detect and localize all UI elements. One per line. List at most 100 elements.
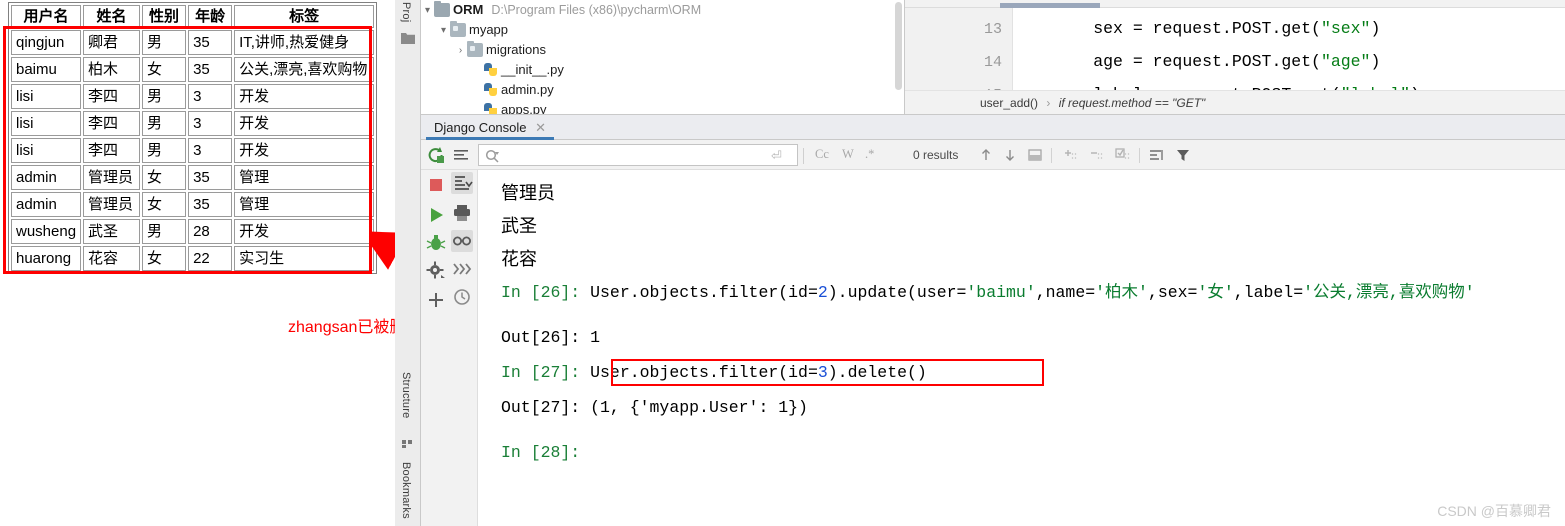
breadcrumb-method[interactable]: user_add() bbox=[980, 96, 1038, 110]
debug-icon[interactable] bbox=[425, 232, 447, 254]
screenshot-root: 用户名 姓名 性别 年龄 标签 qingjun 卿君男 35 IT,讲师,热爱健身 ba… bbox=[0, 0, 1565, 526]
match-case-toggle[interactable]: Cc bbox=[815, 147, 829, 162]
cell-username: lisi bbox=[11, 111, 82, 136]
column-header-name: 姓名 bbox=[83, 5, 141, 28]
cell-name: 李四 bbox=[83, 111, 141, 136]
code-token: ).update(user= bbox=[827, 283, 967, 302]
code-token: ,name= bbox=[1035, 283, 1096, 302]
cell-sex: 男 bbox=[142, 30, 187, 55]
cell-name: 花容 bbox=[83, 246, 141, 271]
input-prompt: In [28]: bbox=[501, 443, 581, 462]
tool-button-bookmarks[interactable]: Bookmarks bbox=[400, 462, 412, 519]
match-words-toggle[interactable]: W bbox=[842, 147, 854, 162]
cell-sex: 女 bbox=[142, 57, 187, 82]
cell-age: 35 bbox=[188, 192, 233, 217]
cell-name: 李四 bbox=[83, 84, 141, 109]
cell-label: 开发 bbox=[234, 219, 375, 244]
cell-username: lisi bbox=[11, 138, 82, 163]
tree-item-label: ORM bbox=[453, 2, 484, 17]
chevron-down-icon[interactable]: ▾ bbox=[437, 21, 450, 41]
breadcrumb[interactable]: user_add() › if request.method == "GET" bbox=[905, 90, 1565, 114]
string-token: 'baimu' bbox=[966, 283, 1036, 302]
django-console-window: Django Console ✕ ⏎ Cc W .* 0 results 管理员… bbox=[421, 114, 1565, 526]
tree-item-path: D:\Program Files (x86)\pycharm\ORM bbox=[491, 3, 702, 17]
console-input-line[interactable]: In [26]: User.objects.filter(id=2).updat… bbox=[501, 278, 1475, 302]
run-icon[interactable] bbox=[425, 204, 447, 226]
cell-label: 开发 bbox=[234, 111, 375, 136]
console-tab-bar: Django Console ✕ bbox=[421, 115, 1565, 140]
soft-wrap-icon[interactable] bbox=[452, 146, 470, 164]
close-icon[interactable]: ✕ bbox=[535, 120, 546, 135]
rerun-icon[interactable] bbox=[427, 146, 445, 164]
project-tree-scrollbar[interactable] bbox=[895, 2, 902, 90]
table-row: baimu 柏木女 35 公关,漂亮,喜欢购物 bbox=[11, 57, 375, 82]
editor-gutter: 13 14 15 bbox=[905, 8, 1013, 104]
add-icon[interactable] bbox=[425, 289, 447, 311]
scroll-to-end-icon[interactable] bbox=[451, 172, 473, 194]
python-file-icon bbox=[484, 103, 498, 114]
remove-line-icon[interactable] bbox=[1087, 146, 1105, 164]
cell-label: 实习生 bbox=[234, 246, 375, 271]
tree-item-orm[interactable]: ▾ ORM D:\Program Files (x86)\pycharm\ORM bbox=[421, 0, 904, 20]
settings-icon[interactable] bbox=[425, 260, 447, 282]
tree-item-myapp[interactable]: ▾ myapp bbox=[421, 20, 904, 40]
wrap-around-icon[interactable]: ⏎ bbox=[771, 148, 782, 164]
filter-icon[interactable] bbox=[1174, 146, 1192, 164]
cell-label: IT,讲师,热爱健身 bbox=[234, 30, 375, 55]
project-tree[interactable]: ▾ ORM D:\Program Files (x86)\pycharm\ORM ▾ m… bbox=[421, 0, 904, 114]
table-body: qingjun 卿君男 35 IT,讲师,热爱健身 baimu 柏木女 35 公关,漂亮,喜欢… bbox=[11, 30, 375, 271]
cell-sex: 女 bbox=[142, 165, 187, 190]
chevron-down-icon[interactable]: ▾ bbox=[421, 1, 434, 21]
folder-module-icon bbox=[450, 21, 466, 37]
project-tree-panel[interactable]: ▾ ORM D:\Program Files (x86)\pycharm\ORM ▾ m… bbox=[421, 0, 905, 114]
use-soft-wraps-icon[interactable] bbox=[1147, 146, 1165, 164]
tree-item-initpy[interactable]: __init__.py bbox=[421, 60, 904, 80]
show-prompt-icon[interactable] bbox=[451, 258, 473, 280]
column-header-age: 年龄 bbox=[188, 5, 233, 28]
chevron-right-icon[interactable]: › bbox=[454, 41, 467, 61]
cell-username: lisi bbox=[11, 84, 82, 109]
breadcrumb-condition[interactable]: if request.method == "GET" bbox=[1059, 96, 1206, 110]
search-icon bbox=[485, 149, 499, 163]
tree-item-adminpy[interactable]: admin.py bbox=[421, 80, 904, 100]
tree-item-migrations[interactable]: › migrations bbox=[421, 40, 904, 60]
table-row: wusheng 武圣男 28 开发 bbox=[11, 219, 375, 244]
browser-table-pane: 用户名 姓名 性别 年龄 标签 qingjun 卿君男 35 IT,讲师,热爱健身 ba… bbox=[0, 0, 590, 526]
search-input[interactable]: ⏎ bbox=[478, 144, 798, 166]
check-line-icon[interactable] bbox=[1113, 146, 1131, 164]
code-token: ).delete() bbox=[827, 363, 927, 382]
code-token: ,label= bbox=[1233, 283, 1304, 302]
code-editor-panel[interactable]: 13 14 15 sex = request.POST.get("sex") a… bbox=[905, 0, 1565, 114]
stop-icon[interactable] bbox=[425, 174, 447, 196]
match-regex-toggle[interactable]: .* bbox=[865, 147, 874, 162]
console-input-line[interactable]: In [27]: User.objects.filter(id=3).delet… bbox=[501, 359, 1044, 386]
cell-sex: 女 bbox=[142, 246, 187, 271]
console-search-toolbar: ⏎ Cc W .* 0 results bbox=[421, 140, 1565, 170]
tool-button-project[interactable]: Proj bbox=[400, 2, 412, 22]
cell-username: admin bbox=[11, 192, 82, 217]
structure-grid-icon bbox=[402, 440, 412, 448]
cell-username: wusheng bbox=[11, 219, 82, 244]
tool-button-structure[interactable]: Structure bbox=[400, 372, 412, 418]
console-input-line[interactable]: In [28]: bbox=[501, 443, 580, 462]
prev-occurrence-icon[interactable] bbox=[977, 146, 995, 164]
open-in-panel-icon[interactable] bbox=[1026, 146, 1044, 164]
print-icon[interactable] bbox=[451, 202, 473, 224]
add-line-icon[interactable] bbox=[1061, 146, 1079, 164]
tab-django-console[interactable]: Django Console ✕ bbox=[426, 115, 555, 140]
number-token: 3 bbox=[817, 363, 828, 382]
cell-age: 35 bbox=[188, 30, 233, 55]
column-header-label: 标签 bbox=[234, 5, 375, 28]
console-output-area[interactable]: 管理员 武圣 花容 In [26]: User.objects.filter(id=2… bbox=[479, 170, 1565, 526]
table-row: huarong 花容女 22 实习生 bbox=[11, 246, 375, 271]
cell-name: 管理员 bbox=[83, 192, 141, 217]
cell-label: 开发 bbox=[234, 84, 375, 109]
next-occurrence-icon[interactable] bbox=[1001, 146, 1019, 164]
string-token: "sex" bbox=[1320, 19, 1371, 38]
soft-wrap-glasses-icon[interactable] bbox=[451, 230, 473, 252]
tree-item-appspy[interactable]: apps.py bbox=[421, 100, 904, 114]
editor-code-area[interactable]: sex = request.POST.get("sex") age = requ… bbox=[1014, 8, 1565, 104]
tree-item-label: myapp bbox=[469, 22, 509, 37]
console-tab-label: Django Console bbox=[434, 120, 527, 135]
history-icon[interactable] bbox=[451, 286, 473, 308]
